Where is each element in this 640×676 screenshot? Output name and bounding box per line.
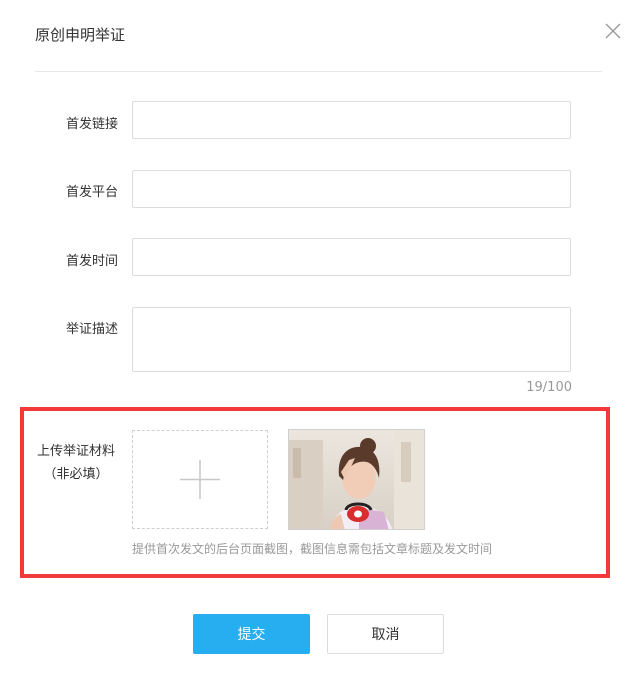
close-icon[interactable] (604, 22, 622, 40)
submit-button[interactable]: 提交 (193, 614, 310, 654)
uploaded-image-thumbnail[interactable] (288, 429, 425, 530)
first-time-input[interactable] (132, 238, 571, 276)
upload-label-line1: 上传举证材料 (36, 444, 115, 459)
cancel-button[interactable]: 取消 (327, 614, 444, 654)
upload-label-line2: （非必填） (43, 467, 109, 482)
title-divider (35, 71, 602, 72)
upload-label: 上传举证材料 （非必填） (36, 440, 116, 486)
description-label: 举证描述 (65, 322, 118, 337)
first-platform-input[interactable] (132, 170, 571, 208)
first-platform-label: 首发平台 (65, 185, 118, 200)
dialog-title: 原创申明举证 (35, 26, 126, 44)
first-time-label: 首发时间 (65, 254, 118, 269)
portrait-photo (289, 430, 424, 529)
first-link-input[interactable] (132, 101, 571, 139)
first-link-label: 首发链接 (65, 117, 118, 132)
upload-add-button[interactable] (132, 430, 268, 529)
upload-hint-text: 提供首次发文的后台页面截图，截图信息需包括文章标题及发文时间 (132, 542, 493, 556)
description-textarea[interactable] (132, 307, 571, 372)
description-counter: 19/100 (526, 380, 572, 395)
plus-icon (180, 460, 220, 499)
